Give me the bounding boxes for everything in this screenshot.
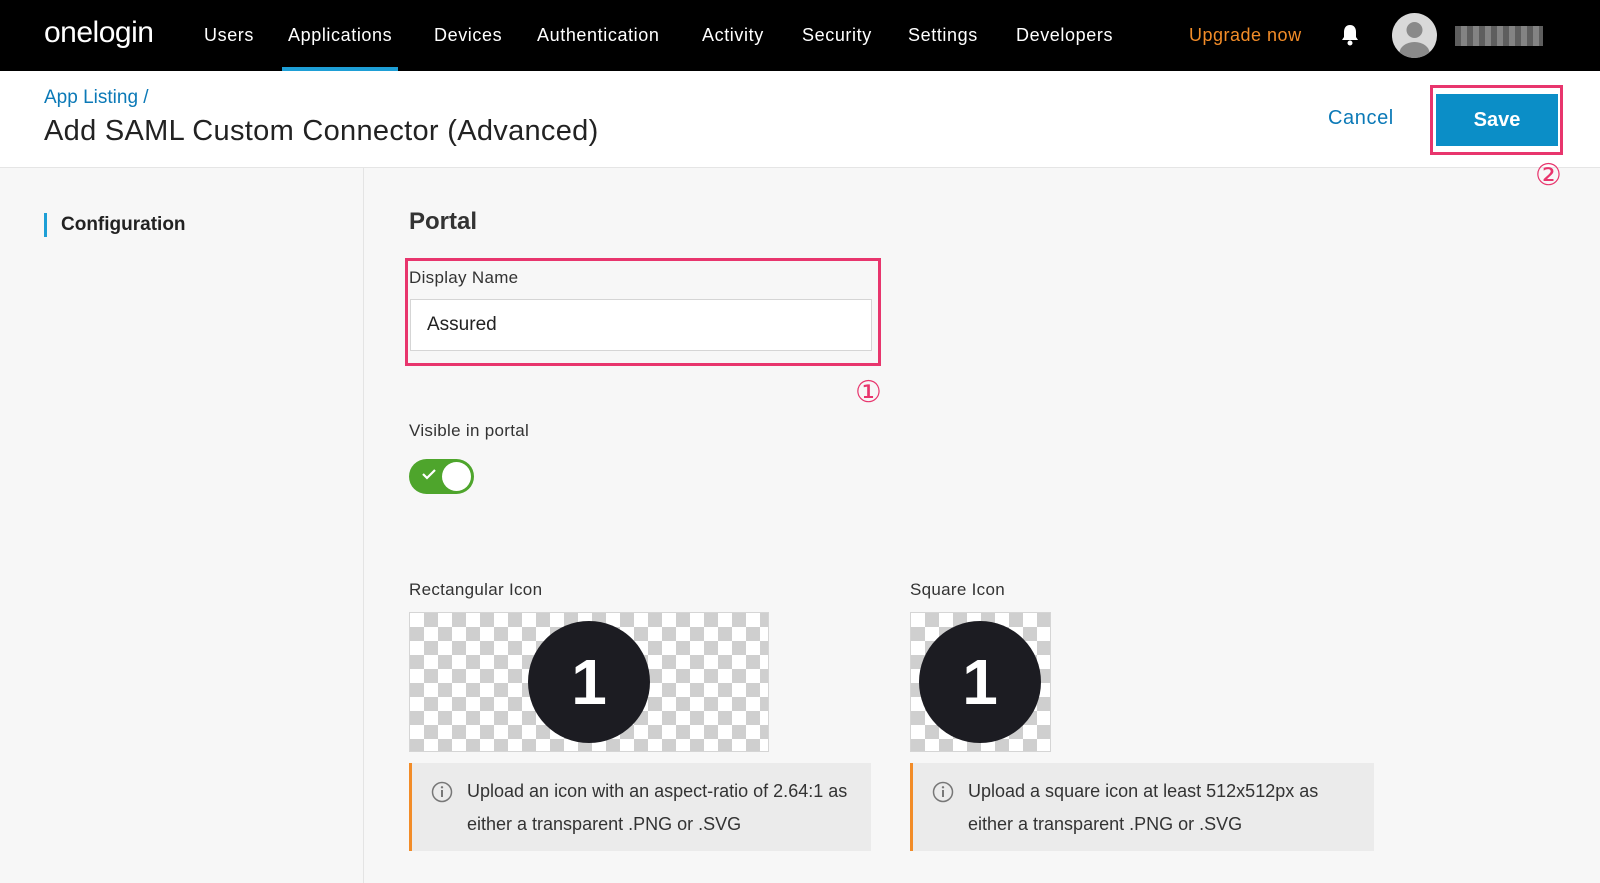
breadcrumb-app-listing[interactable]: App Listing / <box>44 87 149 109</box>
nav-users[interactable]: Users <box>204 0 254 71</box>
check-icon <box>422 469 436 480</box>
nav-authentication[interactable]: Authentication <box>537 0 659 71</box>
callout-number-one: ① <box>855 376 882 409</box>
nav-applications[interactable]: Applications <box>281 0 399 71</box>
nav-activity[interactable]: Activity <box>702 0 764 71</box>
square-icon-upload[interactable]: 1 <box>910 612 1051 752</box>
rectangular-info-line2: either a transparent .PNG or .SVG <box>467 814 742 834</box>
toggle-knob <box>442 462 471 491</box>
badge-glyph: 1 <box>571 646 607 718</box>
square-icon-info: Upload a square icon at least 512x512px … <box>910 763 1374 851</box>
username-redacted[interactable] <box>1455 26 1543 46</box>
info-icon <box>932 781 954 803</box>
avatar-icon[interactable] <box>1392 13 1437 58</box>
info-icon <box>431 781 453 803</box>
bell-icon[interactable] <box>1340 24 1360 46</box>
rectangular-info-line1: Upload an icon with an aspect-ratio of 2… <box>467 781 848 801</box>
display-name-input[interactable] <box>410 299 872 351</box>
portal-section-title: Portal <box>409 208 478 235</box>
nav-developers[interactable]: Developers <box>1016 0 1113 71</box>
sidebar-item-configuration[interactable]: Configuration <box>44 213 186 237</box>
page-header: App Listing / Add SAML Custom Connector … <box>0 71 1600 168</box>
sidebar: Configuration <box>0 168 364 883</box>
app-icon-badge: 1 <box>528 621 650 743</box>
cancel-button[interactable]: Cancel <box>1328 107 1394 130</box>
rectangular-icon-info: Upload an icon with an aspect-ratio of 2… <box>409 763 871 851</box>
save-highlight-box <box>1430 85 1563 155</box>
square-info-line1: Upload a square icon at least 512x512px … <box>968 781 1319 801</box>
rectangular-icon-label: Rectangular Icon <box>409 580 543 599</box>
app-icon-badge: 1 <box>919 621 1041 743</box>
visible-in-portal-label: Visible in portal <box>409 421 530 440</box>
onelogin-logo[interactable]: onelogin <box>44 16 154 50</box>
rectangular-icon-upload[interactable]: 1 <box>409 612 769 752</box>
nav-devices[interactable]: Devices <box>434 0 502 71</box>
nav-settings[interactable]: Settings <box>908 0 978 71</box>
badge-glyph: 1 <box>962 646 998 718</box>
upgrade-now-link[interactable]: Upgrade now <box>1189 0 1302 71</box>
callout-number-two: ② <box>1535 159 1562 192</box>
visible-in-portal-toggle[interactable] <box>409 459 474 494</box>
square-icon-label: Square Icon <box>910 580 1005 599</box>
page-title: Add SAML Custom Connector (Advanced) <box>44 115 599 147</box>
top-navigation: onelogin Users Applications Devices Auth… <box>0 0 1600 71</box>
nav-security[interactable]: Security <box>802 0 872 71</box>
square-info-line2: either a transparent .PNG or .SVG <box>968 814 1243 834</box>
display-name-label: Display Name <box>409 268 519 287</box>
